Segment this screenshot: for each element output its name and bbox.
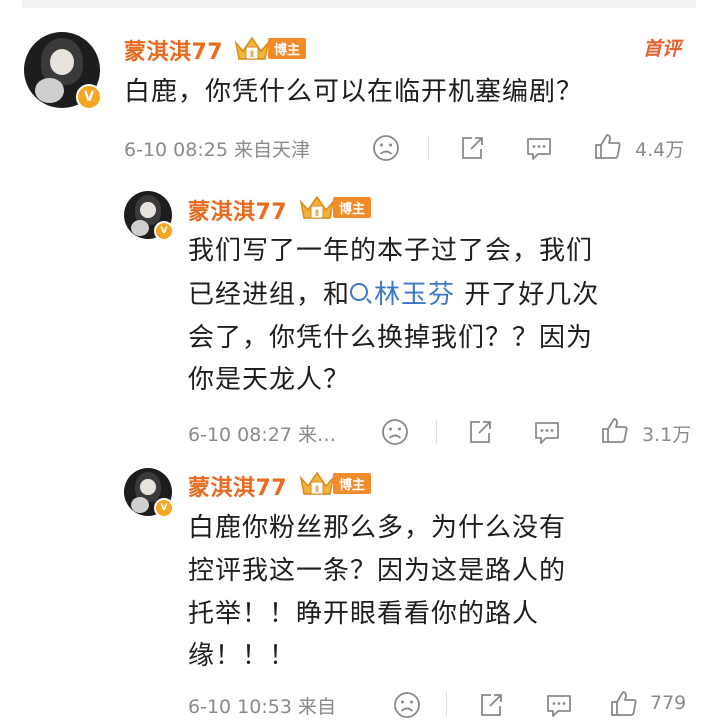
search-icon [350,283,369,301]
verified-v-icon: V [154,221,174,241]
like-count: 4.4万 [635,139,685,161]
reply-text-line: 托举！！睁开眼看看你的路人 [188,599,540,629]
bozhu-badge: 博主 [333,472,372,494]
like-count: 779 [650,692,687,714]
comment-icon[interactable] [532,417,562,447]
divider [428,136,429,160]
share-icon[interactable] [465,417,495,447]
mention-name: 林玉芬 [374,280,456,310]
comment-meta: 6-10 10:53 来自 [188,696,336,718]
crown-icon: Ⅱ [234,36,270,60]
avatar[interactable]: V [24,32,102,110]
reply-text-line: 已经进组，和 林玉芬 开了好几次 [188,277,599,314]
like-icon[interactable] [608,688,640,720]
like-icon[interactable] [592,131,624,163]
rank-badge: Ⅱ 博主 [233,33,307,63]
reply-text-line: 我们写了一年的本子过了会，我们 [188,236,594,266]
divider [446,692,447,716]
reply-text-span: 已经进组，和 [188,280,351,310]
comment-icon[interactable] [524,133,554,163]
crown-icon: Ⅱ [299,195,335,219]
sad-face-icon[interactable] [380,417,410,447]
bozhu-badge: 博主 [268,37,307,59]
bozhu-badge: 博主 [333,196,372,218]
svg-text:Ⅱ: Ⅱ [315,485,319,495]
sad-face-icon[interactable] [371,133,401,163]
comment-text: 白鹿，你凭什么可以在临开机塞编剧？ [124,77,584,107]
username[interactable]: 蒙淇淇77 [124,34,223,66]
username[interactable]: 蒙淇淇77 [188,194,287,226]
svg-text:Ⅱ: Ⅱ [315,209,319,219]
comment-meta: 6-10 08:25 来自天津 [124,139,310,161]
rank-badge: Ⅱ 博主 [298,468,372,498]
reply-text-span: 开了好几次 [455,280,600,310]
rank-badge: Ⅱ 博主 [298,192,372,222]
comment-icon[interactable] [544,690,574,720]
comment-meta: 6-10 08:27 来… [188,424,336,446]
like-icon[interactable] [599,415,631,447]
reply-text-line: 你是天龙人？ [188,365,351,395]
share-icon[interactable] [457,133,487,163]
divider [436,420,437,444]
reply-text-line: 缘！！！ [188,641,297,671]
like-count: 3.1万 [642,424,692,446]
reply-text-line: 控评我这一条？因为这是路人的 [188,556,567,586]
crown-icon: Ⅱ [299,471,335,495]
mention-link[interactable]: 林玉芬 [350,280,455,310]
reply-text-line: 会了，你凭什么换掉我们？？因为 [188,323,594,353]
share-icon[interactable] [476,690,506,720]
verified-v-icon: V [76,84,102,110]
sad-face-icon[interactable] [392,690,422,720]
avatar[interactable]: V [124,191,174,241]
verified-v-icon: V [154,498,174,518]
first-comment-tag: 首评 [643,38,682,60]
svg-text:Ⅱ: Ⅱ [250,50,254,60]
reply-text-line: 白鹿你粉丝那么多，为什么没有 [188,513,567,543]
username[interactable]: 蒙淇淇77 [188,470,287,502]
avatar[interactable]: V [124,468,174,518]
top-divider-bar [22,0,696,8]
